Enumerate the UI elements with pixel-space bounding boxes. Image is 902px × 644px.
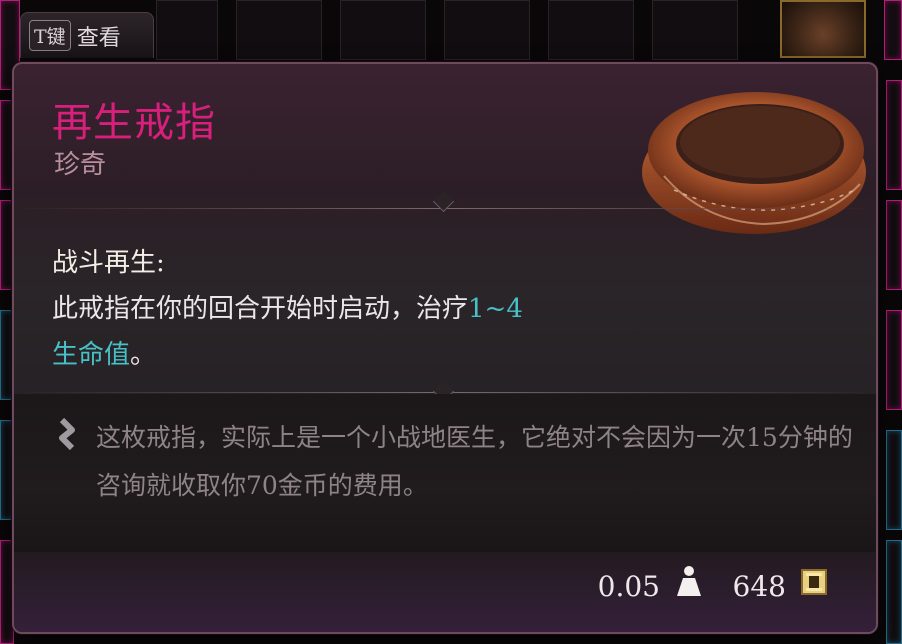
quote-mark-icon [59,418,75,451]
flavor-section: 这枚戒指，实际上是一个小战地医生，它绝对不会因为一次15分钟的咨询就收取你70金… [14,394,876,554]
inspect-key-hint[interactable]: T键 查看 [20,12,154,58]
effect-text-end: 。 [130,340,157,370]
inventory-slot[interactable] [886,430,902,530]
inventory-slot[interactable] [548,0,634,60]
weight-icon [677,566,701,596]
effect-text: 此戒指在你的回合开始时启动，治疗 [52,294,469,324]
inventory-slot[interactable] [236,0,322,60]
t-key-icon: T键 [29,20,71,51]
inventory-slot[interactable] [886,540,902,644]
item-weight: 0.05 [597,570,660,603]
item-footer: 0.05 648 [14,552,876,632]
inventory-slot[interactable] [156,0,218,60]
item-effect: 战斗再生: 此戒指在你的回合开始时启动，治疗1~4 生命值。 [52,240,652,378]
inventory-slot[interactable] [886,200,902,290]
gauntlet-item-slot[interactable] [780,0,866,58]
inventory-slot[interactable] [340,0,426,60]
heal-amount: 1~4 [468,294,523,324]
effect-name: 战斗再生: [52,248,165,278]
inventory-slot[interactable] [884,0,902,60]
inventory-slot[interactable] [444,0,530,60]
inventory-slot[interactable] [886,310,902,410]
inventory-slot[interactable] [886,80,902,190]
item-value: 648 [732,570,786,603]
inspect-label: 查看 [76,25,121,51]
flavor-text: 这枚戒指，实际上是一个小战地医生，它绝对不会因为一次15分钟的咨询就收取你70金… [96,423,853,500]
item-rarity: 珍奇 [54,150,107,180]
effect-description: 此戒指在你的回合开始时启动，治疗1~4 生命值。 [52,286,652,378]
hit-points-label: 生命值 [52,340,131,370]
gold-coin-icon [801,569,827,595]
ring-image [642,92,866,234]
inventory-slot[interactable] [652,0,738,60]
item-tooltip: 再生戒指 珍奇 战斗再生: 此戒指在你的回合开始时启动，治疗1~4 生命值。 这… [12,62,878,634]
item-name: 再生戒指 [52,100,216,146]
